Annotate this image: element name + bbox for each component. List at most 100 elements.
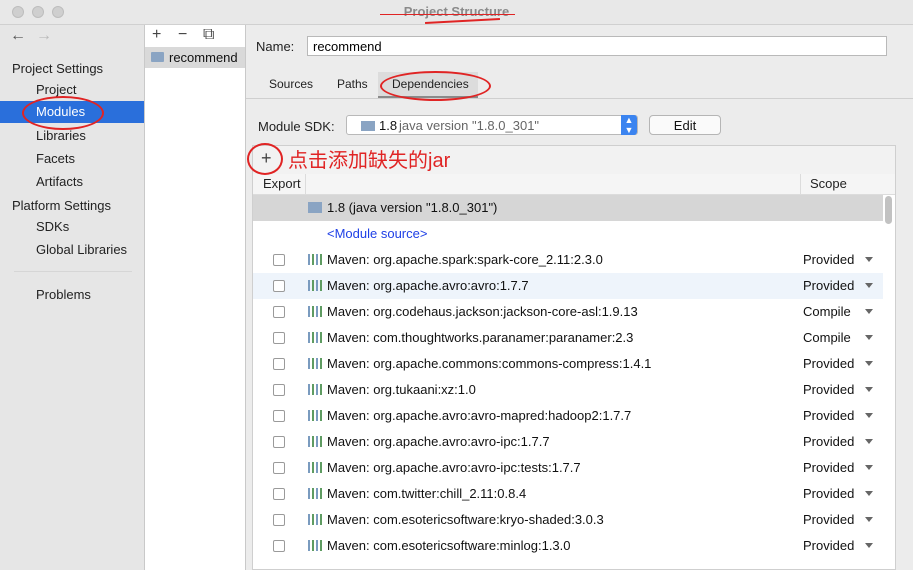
- library-icon: [308, 306, 322, 317]
- sidebar-section-project-settings: Project Settings: [12, 61, 104, 76]
- remove-module-icon[interactable]: −: [178, 26, 187, 44]
- dependency-label: Maven: com.thoughtworks.paranamer:parana…: [327, 330, 634, 345]
- export-checkbox[interactable]: [273, 540, 285, 552]
- column-export[interactable]: Export: [263, 176, 301, 191]
- module-sdk-select[interactable]: 1.8 java version "1.8.0_301" ▲ ▼: [346, 115, 638, 135]
- chevron-down-icon[interactable]: [865, 257, 873, 262]
- dependency-scope[interactable]: Compile: [803, 304, 851, 319]
- annotation-circle-modules: [22, 96, 104, 130]
- forward-arrow-icon[interactable]: →: [36, 27, 52, 45]
- dependency-row[interactable]: Maven: org.apache.avro:avro:1.7.7 Provide…: [253, 273, 883, 299]
- dependency-row[interactable]: Maven: org.apache.avro:avro-ipc:1.7.7 Pro…: [253, 429, 883, 455]
- sdk-folder-icon: [308, 202, 322, 213]
- module-name: recommend: [169, 50, 238, 65]
- window-title: Project Structure: [403, 4, 510, 19]
- chevron-updown-icon[interactable]: ▲ ▼: [621, 115, 637, 135]
- sidebar-item-facets[interactable]: Facets: [36, 151, 75, 166]
- library-icon: [308, 436, 322, 447]
- add-module-icon[interactable]: +: [152, 26, 161, 44]
- dependency-scope[interactable]: Provided: [803, 434, 854, 449]
- scrollbar-thumb[interactable]: [885, 196, 892, 224]
- dependency-row[interactable]: Maven: org.tukaani:xz:1.0 Provided: [253, 377, 883, 403]
- annotation-underline: [380, 14, 515, 15]
- dependency-scope[interactable]: Compile: [803, 330, 851, 345]
- tab-sources[interactable]: Sources: [269, 77, 313, 91]
- export-checkbox[interactable]: [273, 254, 285, 266]
- export-checkbox[interactable]: [273, 306, 285, 318]
- sidebar-item-problems[interactable]: Problems: [36, 287, 91, 302]
- export-checkbox[interactable]: [273, 410, 285, 422]
- dependency-row[interactable]: Maven: com.thoughtworks.paranamer:parana…: [253, 325, 883, 351]
- dependency-scope[interactable]: Provided: [803, 252, 854, 267]
- library-icon: [308, 410, 322, 421]
- chevron-down-icon[interactable]: [865, 543, 873, 548]
- dependency-row[interactable]: Maven: org.apache.commons:commons-compre…: [253, 351, 883, 377]
- export-checkbox[interactable]: [273, 358, 285, 370]
- module-list-item[interactable]: recommend: [145, 47, 245, 68]
- copy-module-icon[interactable]: ⧉: [203, 26, 214, 44]
- chevron-down-icon[interactable]: [865, 517, 873, 522]
- dependency-row[interactable]: Maven: com.esotericsoftware:kryo-shaded:…: [253, 507, 883, 533]
- dependency-scope[interactable]: Provided: [803, 356, 854, 371]
- back-arrow-icon[interactable]: ←: [10, 27, 26, 45]
- chevron-down-icon[interactable]: [865, 361, 873, 366]
- tab-paths[interactable]: Paths: [337, 77, 368, 91]
- dependency-row[interactable]: <Module source>: [253, 221, 883, 247]
- dependency-label: Maven: org.tukaani:xz:1.0: [327, 382, 476, 397]
- column-scope[interactable]: Scope: [810, 176, 847, 191]
- export-checkbox[interactable]: [273, 332, 285, 344]
- dependencies-rows: 1.8 (java version "1.8.0_301") <Module so…: [253, 195, 883, 559]
- module-detail-panel: Name: Sources Paths Dependencies Module …: [246, 25, 913, 570]
- sidebar-item-sdks[interactable]: SDKs: [36, 219, 69, 234]
- dependency-scope[interactable]: Provided: [803, 538, 854, 553]
- sidebar-item-project[interactable]: Project: [36, 82, 76, 97]
- chevron-down-icon[interactable]: [865, 283, 873, 288]
- dependency-label: Maven: org.apache.avro:avro-mapred:hadoo…: [327, 408, 632, 423]
- library-icon: [308, 488, 322, 499]
- chevron-down-icon[interactable]: [865, 413, 873, 418]
- library-icon: [308, 462, 322, 473]
- dependency-scope[interactable]: Provided: [803, 460, 854, 475]
- export-checkbox[interactable]: [273, 384, 285, 396]
- tab-divider: [246, 98, 913, 99]
- dependency-label: Maven: org.apache.spark:spark-core_2.11:…: [327, 252, 603, 267]
- chevron-down-icon[interactable]: [865, 465, 873, 470]
- dependency-row[interactable]: 1.8 (java version "1.8.0_301"): [253, 195, 883, 221]
- export-checkbox[interactable]: [273, 436, 285, 448]
- chevron-down-icon[interactable]: [865, 387, 873, 392]
- export-checkbox[interactable]: [273, 514, 285, 526]
- export-checkbox[interactable]: [273, 280, 285, 292]
- module-name-input[interactable]: [307, 36, 887, 56]
- column-divider: [305, 174, 306, 194]
- sidebar-item-global-libraries[interactable]: Global Libraries: [36, 242, 127, 257]
- dependency-scope[interactable]: Provided: [803, 408, 854, 423]
- dependency-scope[interactable]: Provided: [803, 512, 854, 527]
- dependencies-table: + Export Scope 1.8 (java version "1.8.0_…: [252, 145, 896, 570]
- library-icon: [308, 540, 322, 551]
- sidebar-section-platform-settings: Platform Settings: [12, 198, 111, 213]
- edit-sdk-button[interactable]: Edit: [649, 115, 721, 135]
- dependency-row[interactable]: Maven: org.apache.spark:spark-core_2.11:…: [253, 247, 883, 273]
- sdk-folder-icon: [361, 121, 375, 131]
- dependencies-header: Export Scope: [253, 174, 895, 195]
- sidebar-item-libraries[interactable]: Libraries: [36, 128, 86, 143]
- export-checkbox[interactable]: [273, 462, 285, 474]
- dependency-scope[interactable]: Provided: [803, 278, 854, 293]
- dependency-label: 1.8 (java version "1.8.0_301"): [327, 200, 498, 215]
- dependency-row[interactable]: Maven: com.esotericsoftware:minlog:1.3.0…: [253, 533, 883, 559]
- export-checkbox[interactable]: [273, 488, 285, 500]
- chevron-down-icon[interactable]: [865, 439, 873, 444]
- dependency-row[interactable]: Maven: org.codehaus.jackson:jackson-core…: [253, 299, 883, 325]
- chevron-down-icon[interactable]: [865, 491, 873, 496]
- chevron-down-icon[interactable]: [865, 309, 873, 314]
- sidebar-divider: [14, 271, 132, 272]
- dependency-scope[interactable]: Provided: [803, 382, 854, 397]
- sidebar-item-artifacts[interactable]: Artifacts: [36, 174, 83, 189]
- sdk-detail: java version "1.8.0_301": [399, 118, 540, 133]
- dependency-row[interactable]: Maven: com.twitter:chill_2.11:0.8.4 Provi…: [253, 481, 883, 507]
- dependency-row[interactable]: Maven: org.apache.avro:avro-ipc:tests:1.…: [253, 455, 883, 481]
- chevron-down-icon[interactable]: [865, 335, 873, 340]
- dependency-row[interactable]: Maven: org.apache.avro:avro-mapred:hadoo…: [253, 403, 883, 429]
- dependency-label: Maven: org.codehaus.jackson:jackson-core…: [327, 304, 638, 319]
- dependency-scope[interactable]: Provided: [803, 486, 854, 501]
